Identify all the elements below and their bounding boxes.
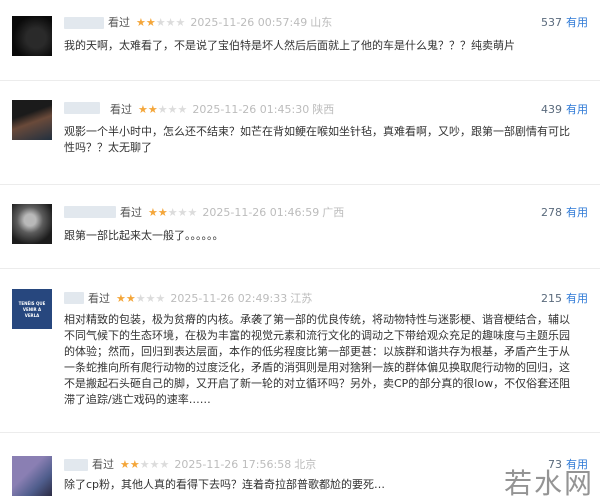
poster-text: VENIR A [22, 306, 42, 312]
review-location: 山东 [310, 16, 333, 29]
star-empty-icon: ★ [139, 458, 150, 471]
review-content: 除了cp粉，其他人真的看得下去吗？连着奇拉部普歌都尬的要死… [64, 478, 386, 491]
useful-vote[interactable]: 278 有用 [541, 206, 588, 220]
vote-count: 537 [541, 16, 562, 29]
review-location: 北京 [294, 458, 317, 471]
divider [0, 432, 600, 433]
star-empty-icon: ★ [187, 206, 198, 219]
star-empty-icon: ★ [157, 103, 168, 116]
star-empty-icon: ★ [175, 16, 186, 29]
avatar[interactable] [12, 100, 52, 140]
star-filled-icon: ★ [136, 16, 146, 29]
poster-text: TENÉIS QUE [18, 300, 46, 306]
username-redacted[interactable] [64, 206, 116, 218]
avatar[interactable] [12, 204, 52, 244]
useful-vote[interactable]: 215 有用 [541, 292, 588, 306]
review-meta: 看过 ★★★★★ 2025-11-26 17:56:58 北京 [92, 458, 316, 472]
username-redacted[interactable] [64, 17, 104, 29]
review-time: 2025-11-26 00:57:49 [190, 16, 308, 29]
star-empty-icon: ★ [149, 458, 160, 471]
useful-vote[interactable]: 537 有用 [541, 16, 588, 30]
vote-count: 215 [541, 292, 562, 305]
watch-status: 看过 [108, 16, 130, 29]
star-empty-icon: ★ [155, 16, 166, 29]
star-filled-icon: ★ [116, 292, 126, 305]
star-empty-icon: ★ [177, 103, 188, 116]
review-content: 跟第一部比起来太一般了。。。。。。 [64, 229, 224, 242]
divider [0, 184, 600, 185]
useful-vote[interactable]: 439 有用 [541, 103, 588, 117]
avatar-poster[interactable]: TENÉIS QUE VENIR A VERLA [12, 289, 52, 329]
vote-count: 439 [541, 103, 562, 116]
rating-stars: ★★★★★ [138, 103, 187, 117]
star-filled-icon: ★ [148, 206, 158, 219]
divider [0, 80, 600, 81]
watch-status: 看过 [92, 458, 114, 471]
review-content: 相对精致的包装，极为贫瘠的内核。承袭了第一部的优良传统，将动物特性与迷影梗、谐音… [64, 313, 571, 406]
useful-button[interactable]: 有用 [566, 103, 588, 116]
rating-stars: ★★★★★ [120, 458, 169, 472]
rating-stars: ★★★★★ [136, 16, 185, 30]
avatar[interactable] [12, 456, 52, 496]
review-content: 观影一个半小时中，怎么还不结束？如芒在背如鲠在喉如坐针毡，真难看啊，又吵，跟第一… [64, 125, 570, 154]
star-empty-icon: ★ [165, 16, 176, 29]
rating-stars: ★★★★★ [148, 206, 197, 220]
divider [0, 268, 600, 269]
review-meta: 看过 ★★★★★ 2025-11-26 00:57:49 山东 [108, 16, 332, 30]
star-empty-icon: ★ [145, 292, 156, 305]
watch-status: 看过 [88, 292, 110, 305]
star-empty-icon: ★ [177, 206, 188, 219]
review-location: 江苏 [290, 292, 313, 305]
star-filled-icon: ★ [125, 292, 136, 305]
review-meta: 看过 ★★★★★ 2025-11-26 01:45:30 陕西 [110, 103, 334, 117]
review-meta: 看过 ★★★★★ 2025-11-26 01:46:59 广西 [120, 206, 344, 220]
watermark-logo: 若水网 [503, 467, 594, 500]
star-filled-icon: ★ [157, 206, 168, 219]
username-redacted[interactable] [64, 459, 88, 471]
watch-status: 看过 [110, 103, 132, 116]
star-empty-icon: ★ [167, 206, 178, 219]
star-empty-icon: ★ [155, 292, 166, 305]
star-filled-icon: ★ [129, 458, 140, 471]
poster-text: VERLA [24, 312, 40, 318]
watch-status: 看过 [120, 206, 142, 219]
star-empty-icon: ★ [167, 103, 178, 116]
star-filled-icon: ★ [145, 16, 156, 29]
review-meta: 看过 ★★★★★ 2025-11-26 02:49:33 江苏 [88, 292, 312, 306]
review-time: 2025-11-26 02:49:33 [170, 292, 288, 305]
review-time: 2025-11-26 17:56:58 [174, 458, 292, 471]
star-empty-icon: ★ [135, 292, 146, 305]
review-location: 广西 [322, 206, 345, 219]
useful-button[interactable]: 有用 [566, 206, 588, 219]
star-filled-icon: ★ [147, 103, 158, 116]
star-filled-icon: ★ [138, 103, 148, 116]
username-redacted[interactable] [64, 102, 100, 114]
review-time: 2025-11-26 01:46:59 [202, 206, 320, 219]
useful-button[interactable]: 有用 [566, 16, 588, 29]
useful-button[interactable]: 有用 [566, 292, 588, 305]
review-location: 陕西 [312, 103, 335, 116]
vote-count: 278 [541, 206, 562, 219]
username-redacted[interactable] [64, 292, 84, 304]
rating-stars: ★★★★★ [116, 292, 165, 306]
star-empty-icon: ★ [159, 458, 170, 471]
review-time: 2025-11-26 01:45:30 [192, 103, 310, 116]
review-content: 我的天啊，太难看了，不是说了宝伯特是坏人然后后面就上了他的车是什么鬼？？？纯卖萌… [64, 39, 515, 52]
avatar[interactable] [12, 16, 52, 56]
star-filled-icon: ★ [120, 458, 130, 471]
